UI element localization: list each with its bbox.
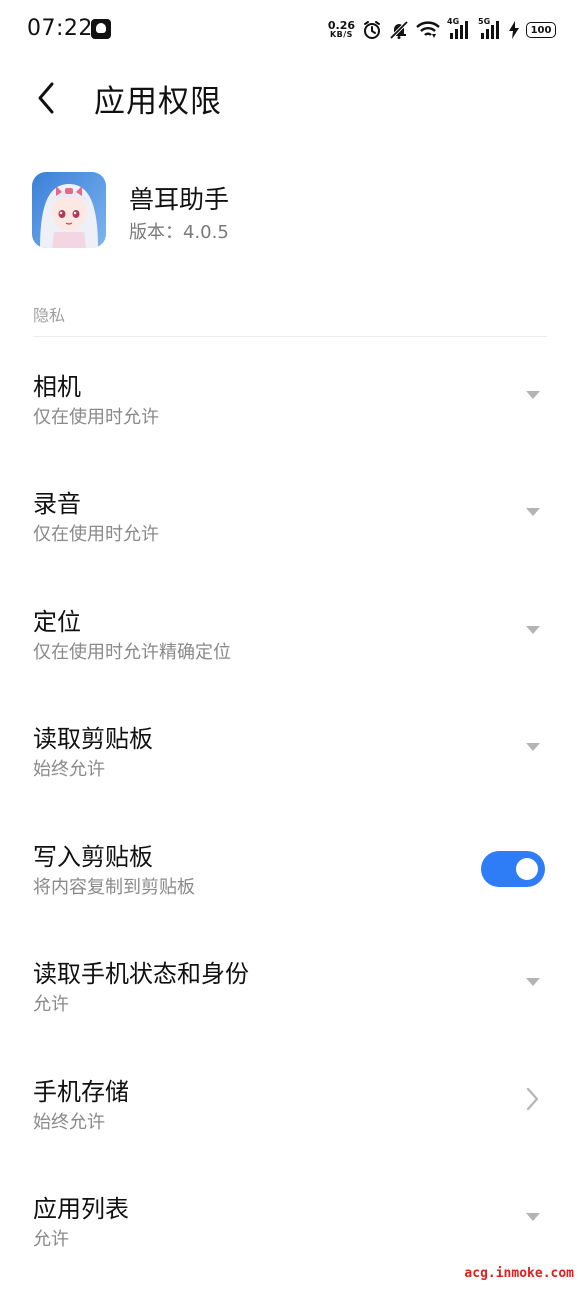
- permission-row-read-clipboard[interactable]: 读取剪贴板 始终允许: [0, 719, 580, 815]
- dropdown-arrow-icon[interactable]: [526, 743, 540, 751]
- permission-row-location[interactable]: 定位 仅在使用时允许精确定位: [0, 602, 580, 698]
- network-speed-value: 0.26: [327, 19, 355, 32]
- app-icon: [32, 172, 106, 248]
- write-clipboard-toggle[interactable]: [481, 851, 545, 887]
- permission-row-write-clipboard[interactable]: 写入剪贴板 将内容复制到剪贴板: [0, 837, 580, 933]
- permission-status: 始终允许: [33, 1112, 105, 1133]
- permission-title: 相机: [33, 373, 81, 401]
- battery-level: 100: [530, 24, 552, 36]
- permission-status: 仅在使用时允许精确定位: [33, 642, 231, 663]
- toggle-knob: [516, 858, 538, 880]
- signal-5g-icon: 5G: [478, 17, 502, 41]
- wifi-icon: [416, 21, 440, 38]
- permission-row-phone-state[interactable]: 读取手机状态和身份 允许: [0, 954, 580, 1050]
- dropdown-arrow-icon[interactable]: [526, 626, 540, 634]
- permission-title: 读取手机状态和身份: [33, 960, 249, 988]
- permission-status: 将内容复制到剪贴板: [33, 877, 195, 898]
- permission-title: 定位: [33, 608, 81, 636]
- permission-title: 应用列表: [33, 1195, 129, 1223]
- watermark: acg.inmoke.com: [464, 1266, 574, 1281]
- chevron-right-icon[interactable]: [522, 1086, 542, 1112]
- permission-status: 允许: [33, 994, 69, 1015]
- permission-row-camera[interactable]: 相机 仅在使用时允许: [0, 367, 580, 463]
- dropdown-arrow-icon[interactable]: [526, 1213, 540, 1221]
- section-divider: [33, 336, 547, 337]
- app-name: 兽耳助手: [129, 185, 230, 214]
- back-button[interactable]: [30, 78, 70, 118]
- charging-icon: [509, 21, 519, 39]
- alarm-icon: [364, 21, 380, 39]
- permission-title: 录音: [33, 490, 81, 518]
- permission-title: 写入剪贴板: [33, 843, 153, 871]
- notification-icon: [91, 19, 111, 39]
- permission-status: 仅在使用时允许: [33, 524, 159, 545]
- app-version: 版本：4.0.5: [129, 222, 229, 243]
- section-label-privacy: 隐私: [33, 306, 66, 325]
- dropdown-arrow-icon[interactable]: [526, 391, 540, 399]
- permission-status: 允许: [33, 1229, 69, 1250]
- signal-4g-icon: 4G: [447, 17, 471, 41]
- permission-status: 仅在使用时允许: [33, 407, 159, 428]
- network-speed-unit: KB/S: [329, 30, 353, 39]
- muted-bell-icon: [389, 20, 409, 40]
- dropdown-arrow-icon[interactable]: [526, 508, 540, 516]
- permission-title: 读取剪贴板: [33, 725, 153, 753]
- permission-row-storage[interactable]: 手机存储 始终允许: [0, 1072, 580, 1168]
- status-bar: 07:22 0.26 KB/S 4G 5G 100: [0, 0, 580, 62]
- network-speed: 0.26 KB/S: [327, 19, 355, 39]
- status-time: 07:22: [27, 16, 93, 41]
- dropdown-arrow-icon[interactable]: [526, 978, 540, 986]
- status-icons: 0.26 KB/S 4G 5G 100: [328, 16, 556, 44]
- page-title: 应用权限: [94, 84, 222, 120]
- permission-status: 始终允许: [33, 759, 105, 780]
- permission-row-microphone[interactable]: 录音 仅在使用时允许: [0, 484, 580, 580]
- permission-title: 手机存储: [33, 1078, 129, 1106]
- battery-icon: 100: [526, 22, 556, 38]
